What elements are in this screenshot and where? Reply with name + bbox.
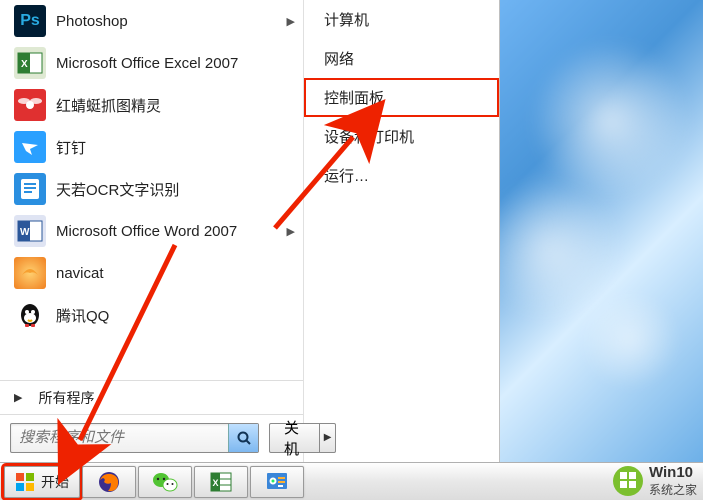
shutdown-label: 关机 — [284, 417, 305, 459]
program-label: navicat — [56, 265, 295, 282]
program-item-ocr[interactable]: 天若OCR文字识别 — [0, 168, 303, 210]
wechat-icon — [152, 471, 178, 493]
program-label: 腾讯QQ — [56, 305, 295, 326]
word-icon: W — [14, 215, 46, 247]
control-panel-icon — [265, 470, 289, 494]
excel-icon: X — [14, 47, 46, 79]
right-item-label: 设备和打印机 — [324, 129, 414, 146]
search-button[interactable] — [228, 424, 258, 452]
program-list: Ps Photoshop ▶ X Microsoft Office Excel … — [0, 0, 303, 380]
dingtalk-icon — [14, 131, 46, 163]
program-label: Microsoft Office Excel 2007 — [56, 55, 295, 72]
start-menu-left-pane: Ps Photoshop ▶ X Microsoft Office Excel … — [0, 0, 304, 462]
program-item-dragonfly[interactable]: 红蜻蜓抓图精灵 — [0, 84, 303, 126]
right-item-label: 运行… — [324, 168, 369, 185]
taskbar-item-control-panel[interactable] — [250, 466, 304, 498]
start-button-label: 开始 — [41, 472, 69, 492]
dragonfly-icon — [14, 89, 46, 121]
magnifier-icon — [236, 430, 252, 446]
start-menu-footer: 关机 ▶ — [0, 414, 303, 462]
taskbar-item-firefox[interactable] — [82, 466, 136, 498]
right-item-devices-printers[interactable]: 设备和打印机 — [304, 117, 499, 156]
all-programs-label: 所有程序 — [38, 388, 94, 408]
program-label: Microsoft Office Word 2007 — [56, 223, 281, 240]
program-label: Photoshop — [56, 13, 281, 30]
search-input[interactable] — [11, 429, 228, 446]
watermark-title: Win10 — [649, 464, 697, 481]
right-item-computer[interactable]: 计算机 — [304, 0, 499, 39]
watermark: Win10 系统之家 — [613, 466, 697, 496]
svg-text:X: X — [21, 59, 28, 70]
program-label: 天若OCR文字识别 — [56, 179, 295, 200]
photoshop-icon: Ps — [14, 5, 46, 37]
program-item-qq[interactable]: 腾讯QQ — [0, 294, 303, 336]
start-menu: Ps Photoshop ▶ X Microsoft Office Excel … — [0, 0, 500, 462]
program-item-dingtalk[interactable]: 钉钉 — [0, 126, 303, 168]
firefox-icon — [97, 470, 121, 494]
navicat-icon — [14, 257, 46, 289]
program-label: 钉钉 — [56, 137, 295, 158]
right-item-network[interactable]: 网络 — [304, 39, 499, 78]
search-box[interactable] — [10, 423, 259, 453]
excel-icon: X — [209, 470, 233, 494]
taskbar-item-excel[interactable]: X — [194, 466, 248, 498]
watermark-subtitle: 系统之家 — [649, 481, 697, 498]
right-item-run[interactable]: 运行… — [304, 156, 499, 195]
program-item-word[interactable]: W Microsoft Office Word 2007 ▶ — [0, 210, 303, 252]
submenu-arrow-icon: ▶ — [287, 15, 295, 28]
start-menu-right-pane: 计算机 网络 控制面板 设备和打印机 运行… — [304, 0, 499, 462]
taskbar: 开始 X — [0, 462, 703, 500]
submenu-arrow-icon: ▶ — [287, 225, 295, 238]
desktop-wallpaper — [500, 0, 703, 462]
triangle-right-icon: ▶ — [14, 391, 22, 404]
right-item-label: 控制面板 — [324, 90, 384, 107]
watermark-badge — [613, 466, 643, 496]
program-label: 红蜻蜓抓图精灵 — [56, 95, 295, 116]
qq-icon — [14, 299, 46, 331]
right-item-label: 网络 — [324, 51, 354, 68]
svg-text:W: W — [20, 227, 30, 238]
taskbar-item-wechat[interactable] — [138, 466, 192, 498]
program-item-navicat[interactable]: navicat — [0, 252, 303, 294]
svg-text:X: X — [213, 478, 219, 488]
windows-flag-icon — [15, 472, 35, 492]
all-programs-button[interactable]: ▶ 所有程序 — [0, 380, 303, 414]
ocr-icon — [14, 173, 46, 205]
right-item-control-panel[interactable]: 控制面板 — [304, 78, 499, 117]
program-item-photoshop[interactable]: Ps Photoshop ▶ — [0, 0, 303, 42]
program-item-excel[interactable]: X Microsoft Office Excel 2007 — [0, 42, 303, 84]
start-button[interactable]: 开始 — [4, 466, 80, 498]
right-item-label: 计算机 — [324, 12, 369, 29]
